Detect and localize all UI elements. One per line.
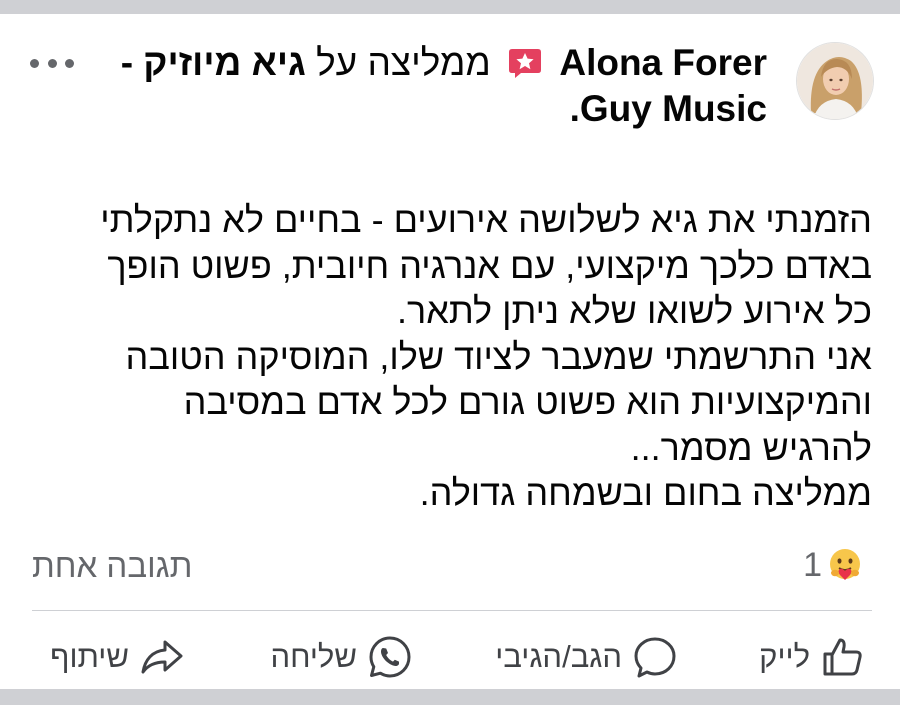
page-name-period: . <box>569 88 580 129</box>
like-label: לייק <box>759 639 810 674</box>
recommends-text: ממליצה על <box>316 42 491 83</box>
reactions-summary[interactable]: 1 <box>803 545 864 585</box>
comment-label: הגב/הגיבי <box>495 639 622 674</box>
send-button[interactable]: שליחה <box>270 626 413 688</box>
comments-count-link[interactable]: תגובה אחת <box>32 547 192 585</box>
comment-bubble-icon <box>634 637 676 678</box>
post-line: הזמנתי את גיא לשלושה אירועים - בחיים לא … <box>100 199 872 240</box>
action-bar: לייק הגב/הגיבי שליחה שיתוף <box>0 626 900 688</box>
share-label: שיתוף <box>50 639 129 674</box>
reaction-count: 1 <box>803 545 822 584</box>
whatsapp-icon <box>369 636 411 678</box>
recommendation-post-card: Alona Forer ממליצה על גיא מיוזיק - Guy M… <box>0 14 900 689</box>
author-name[interactable]: Alona Forer <box>559 42 767 83</box>
page-name-en[interactable]: Guy Music <box>580 88 767 129</box>
divider <box>32 610 872 611</box>
post-body: הזמנתי את גיא לשלושה אירועים - בחיים לא … <box>22 197 872 516</box>
post-line: והמיקצועיות הוא פשוט גורם לכל אדם במסיבה <box>183 381 872 422</box>
post-line: באדם כלכך מיקצועי, עם אנרגיה חיובית, פשו… <box>107 244 872 286</box>
author-avatar[interactable] <box>796 42 874 120</box>
comment-button[interactable]: הגב/הגיבי <box>495 626 678 688</box>
post-line: להרגיש מסמר... <box>630 426 872 468</box>
share-button[interactable]: שיתוף <box>50 626 185 688</box>
thumbs-up-icon <box>823 638 862 676</box>
more-options-button[interactable] <box>30 48 74 78</box>
share-arrow-icon <box>141 640 183 674</box>
recommend-star-icon <box>507 45 543 81</box>
more-dots-icon <box>30 58 39 68</box>
like-button[interactable]: לייק <box>759 626 866 688</box>
post-line: אני התרשמתי שמעבר לציוד שלו, המוסיקה הטו… <box>125 335 873 377</box>
send-label: שליחה <box>270 639 357 674</box>
more-dot <box>47 58 57 68</box>
post-line: ממליצה בחום ובשמחה גדולה. <box>419 472 872 513</box>
page-name[interactable]: גיא מיוזיק - <box>121 42 306 83</box>
more-dot <box>65 58 74 68</box>
post-line: כל אירוע לשואו שלא ניתן לתאר. <box>397 290 872 331</box>
post-header: Alona Forer ממליצה על גיא מיוזיק - Guy M… <box>67 40 767 132</box>
care-emoji-icon <box>830 549 860 580</box>
